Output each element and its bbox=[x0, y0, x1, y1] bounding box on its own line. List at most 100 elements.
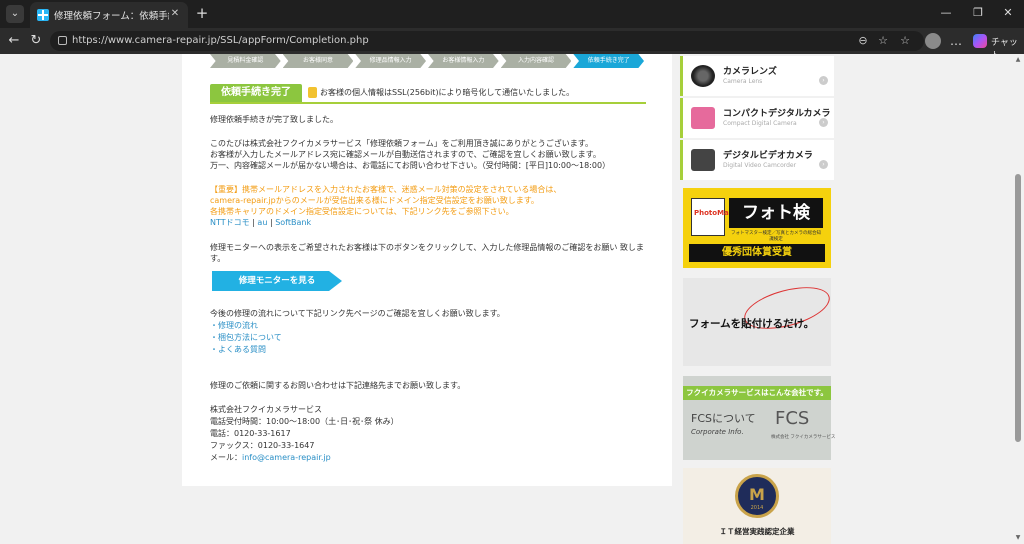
photo-kentei-title: フォト検 bbox=[729, 198, 823, 228]
favicon-icon bbox=[37, 9, 49, 21]
category-video-camera[interactable]: デジタルビデオカメラ Digital Video Camcorder › bbox=[680, 140, 834, 180]
favorites-icon[interactable]: ☆ bbox=[898, 34, 912, 48]
certification-seal-icon: M 2014 bbox=[735, 474, 779, 518]
step-5: 入力内容確認 bbox=[500, 54, 572, 68]
reload-button[interactable]: ↻ bbox=[28, 33, 44, 49]
fcs-company-name: 株式会社 フクイカメラサービス bbox=[771, 435, 836, 440]
category-compact-camera[interactable]: コンパクトデジタルカメラ Compact Digital Camera › bbox=[680, 98, 834, 138]
important-line-1: 【重要】携帯メールアドレスを入力されたお客様で、迷惑メール対策の設定をされている… bbox=[210, 185, 562, 194]
more-menu-button[interactable]: … bbox=[948, 33, 964, 49]
completion-message: 修理依頼手続きが完了致しました。 bbox=[210, 115, 338, 124]
copilot-button[interactable]: チャット bbox=[971, 32, 1019, 61]
seal-year: 2014 bbox=[750, 505, 764, 511]
copilot-icon bbox=[973, 34, 987, 48]
email-row: メール：info@camera-repair.jp bbox=[210, 452, 331, 463]
company-info-banner[interactable]: フクイカメラサービスはこんな会社です。 FCSについて Corporate In… bbox=[683, 376, 835, 460]
scroll-thumb[interactable] bbox=[1015, 174, 1021, 442]
photo-kentei-banner[interactable]: PhotoMaster フォト検 フォトマスター検定／写真とカメラの総合知識検定… bbox=[683, 188, 831, 268]
step-4: お客様情報入力 bbox=[428, 54, 499, 68]
contact-intro: 修理のご依頼に関するお問い合わせは下記連絡先までお願い致します。 bbox=[210, 381, 466, 390]
category-camera-lens[interactable]: カメラレンズ Camera Lens › bbox=[680, 56, 834, 96]
chevron-right-icon: › bbox=[819, 76, 828, 85]
tab-bar: ⌄ 修理依頼フォーム：依頼手続き完了 ✕ + — ❐ ✕ bbox=[0, 0, 1024, 28]
url-field[interactable]: https://www.camera-repair.jp/SSL/appForm… bbox=[50, 31, 924, 51]
fcs-logo: FCS bbox=[775, 408, 810, 429]
monitor-line-1: 修理モニターへの表示をご希望されたお客様は下のボタンをクリックして、入力した修理… bbox=[210, 243, 644, 252]
site-info-icon[interactable] bbox=[58, 36, 67, 45]
thanks-line-1: このたびは株式会社フクイカメラサービス「修理依頼フォーム」をご利用頂き誠にありが… bbox=[210, 139, 593, 148]
tab-actions-button[interactable]: ⌄ bbox=[6, 5, 24, 23]
thanks-line-2: お客様が入力したメールアドレス宛に確認メールが自動送信されますので、ご確認を宜し… bbox=[210, 150, 601, 159]
fax-number: ファックス：0120-33-1647 bbox=[210, 441, 315, 450]
new-tab-button[interactable]: + bbox=[194, 5, 210, 21]
link-faq[interactable]: ・よくある質問 bbox=[210, 344, 266, 355]
important-line-3: 各携帯キャリアのドメイン指定受信設定については、下記リンク先をご参照下さい。 bbox=[210, 207, 514, 216]
maximize-button[interactable]: ❐ bbox=[970, 6, 986, 20]
link-docomo[interactable]: NTTドコモ bbox=[210, 218, 250, 227]
step-2: お客様同意 bbox=[282, 54, 354, 68]
section-header: 依頼手続き完了 お客様の個人情報はSSL(256bit)により暗号化して通信いた… bbox=[210, 84, 646, 104]
seal-monogram: M bbox=[749, 485, 765, 504]
thanks-line-3: 万一、内容確認メールが届かない場合は、お電話にてお問い合わせ下さい。（受付時間：… bbox=[210, 161, 611, 170]
step-6-current: 依頼手続き完了 bbox=[573, 54, 645, 68]
paste-form-text: フォームを貼付けるだけ。 bbox=[689, 318, 815, 330]
corporate-info-text: Corporate Info. bbox=[691, 428, 744, 436]
url-text: https://www.camera-repair.jp/SSL/appForm… bbox=[72, 35, 369, 46]
page-viewport: 見積料金確認 お客様同意 修理品情報入力 お客様情報入力 入力内容確認 依頼手続… bbox=[0, 54, 1024, 544]
active-tab[interactable]: 修理依頼フォーム：依頼手続き完了 ✕ bbox=[30, 2, 188, 28]
back-button[interactable]: ← bbox=[6, 33, 22, 49]
carrier-separator: | bbox=[269, 218, 273, 227]
company-name: 株式会社フクイカメラサービス bbox=[210, 405, 322, 414]
phone-number: 電話：0120-33-1617 bbox=[210, 429, 291, 438]
flow-intro: 今後の修理の流れについて下記リンク先ページのご確認を宜しくお願い致します。 bbox=[210, 309, 505, 318]
category-subtitle: Compact Digital Camera bbox=[723, 120, 797, 127]
carrier-links: NTTドコモ | au | SoftBank bbox=[210, 217, 311, 228]
carrier-separator: | bbox=[252, 218, 255, 227]
profile-avatar[interactable] bbox=[925, 33, 941, 49]
camera-lens-icon bbox=[691, 65, 715, 87]
paste-form-banner[interactable]: フォームを貼付けるだけ。 bbox=[683, 278, 835, 366]
it-certification-text: ＩＴ経営実践認定企業 bbox=[719, 527, 795, 536]
photomaster-logo: PhotoMaster bbox=[691, 198, 744, 236]
award-label: 優秀団体賞受賞 bbox=[689, 244, 825, 262]
view-repair-monitor-button[interactable]: 修理モニターを見る bbox=[212, 271, 342, 291]
step-1: 見積料金確認 bbox=[210, 54, 281, 68]
sidebar: カメラレンズ Camera Lens › コンパクトデジタルカメラ Compac… bbox=[680, 54, 835, 544]
category-subtitle: Digital Video Camcorder bbox=[723, 162, 797, 169]
window-close-button[interactable]: ✕ bbox=[1000, 6, 1016, 20]
it-certification-banner[interactable]: M 2014 ＩＴ経営実践認定企業 bbox=[683, 468, 831, 544]
ssl-lock-icon bbox=[308, 87, 317, 98]
link-au[interactable]: au bbox=[257, 218, 267, 227]
email-label: メール： bbox=[210, 453, 242, 462]
link-repair-flow[interactable]: ・修理の流れ bbox=[210, 320, 258, 331]
chevron-right-icon: › bbox=[819, 160, 828, 169]
important-line-2: camera-repair.jpからのメールが受信出来る様にドメイン指定受信設定… bbox=[210, 196, 539, 205]
page-scrollbar[interactable]: ▲ ▼ bbox=[1014, 56, 1022, 542]
progress-steps: 見積料金確認 お客様同意 修理品情報入力 お客様情報入力 入力内容確認 依頼手続… bbox=[210, 54, 646, 68]
scroll-down-icon[interactable]: ▼ bbox=[1014, 534, 1022, 542]
minimize-button[interactable]: — bbox=[938, 6, 954, 20]
address-bar: ← ↻ https://www.camera-repair.jp/SSL/app… bbox=[0, 28, 1024, 61]
category-title: コンパクトデジタルカメラ bbox=[723, 109, 831, 119]
phone-hours: 電話受付時間：10:00～18:00（土･日･祝･祭 休み） bbox=[210, 417, 399, 426]
link-packing-method[interactable]: ・梱包方法について bbox=[210, 332, 282, 343]
no-tracking-icon[interactable]: ⊖ bbox=[856, 34, 870, 48]
compact-camera-icon bbox=[691, 107, 715, 129]
email-link[interactable]: info@camera-repair.jp bbox=[242, 453, 331, 462]
main-content: 見積料金確認 お客様同意 修理品情報入力 お客様情報入力 入力内容確認 依頼手続… bbox=[182, 54, 672, 486]
category-subtitle: Camera Lens bbox=[723, 78, 763, 85]
company-info-heading: フクイカメラサービスはこんな会社です。 bbox=[683, 386, 831, 400]
link-softbank[interactable]: SoftBank bbox=[275, 218, 311, 227]
tab-title: 修理依頼フォーム：依頼手続き完了 bbox=[54, 11, 169, 22]
scroll-up-icon[interactable]: ▲ bbox=[1014, 56, 1022, 64]
category-title: デジタルビデオカメラ bbox=[723, 151, 813, 161]
tab-close-icon[interactable]: ✕ bbox=[168, 7, 182, 21]
favorite-star-icon[interactable]: ☆ bbox=[876, 34, 890, 48]
video-camera-icon bbox=[691, 149, 715, 171]
chevron-right-icon: › bbox=[819, 118, 828, 127]
ssl-note: お客様の個人情報はSSL(256bit)により暗号化して通信いたしました。 bbox=[320, 88, 575, 97]
photo-kentei-tagline: フォトマスター検定／写真とカメラの総合知識検定 bbox=[731, 231, 821, 242]
monitor-line-2: す。 bbox=[210, 254, 226, 263]
category-title: カメラレンズ bbox=[723, 67, 777, 77]
step-3: 修理品情報入力 bbox=[355, 54, 427, 68]
